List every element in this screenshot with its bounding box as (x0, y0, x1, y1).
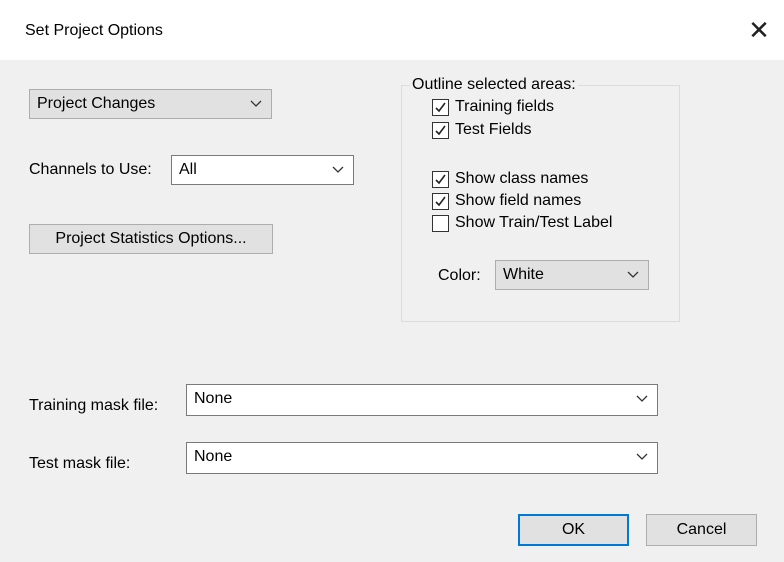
title-bar: Set Project Options ✕ (0, 0, 784, 60)
project-changes-dropdown[interactable]: Project Changes (29, 89, 272, 119)
checkmark-icon (435, 125, 446, 136)
checkbox-box[interactable] (432, 215, 449, 232)
checkmark-icon (435, 102, 446, 113)
chevron-down-icon (332, 166, 344, 173)
window-title: Set Project Options (25, 22, 163, 39)
project-statistics-options-button[interactable]: Project Statistics Options... (29, 224, 273, 254)
show-class-names-label: Show class names (455, 170, 589, 187)
test-mask-value: None (194, 448, 233, 465)
checkbox-box[interactable] (432, 193, 449, 210)
training-fields-label: Training fields (455, 98, 555, 115)
color-dropdown[interactable]: White (495, 260, 649, 290)
show-field-names-label: Show field names (455, 192, 582, 209)
project-statistics-options-label: Project Statistics Options... (55, 230, 247, 247)
cancel-button[interactable]: Cancel (646, 514, 757, 546)
test-mask-label: Test mask file: (29, 455, 131, 472)
chevron-down-icon (627, 271, 639, 278)
chevron-down-icon (250, 100, 262, 107)
cancel-label: Cancel (676, 521, 727, 538)
ok-button[interactable]: OK (518, 514, 629, 546)
color-value: White (503, 266, 544, 283)
channels-value: All (179, 161, 197, 178)
channels-dropdown[interactable]: All (171, 155, 354, 185)
test-fields-label: Test Fields (455, 121, 532, 138)
show-train-test-label-label: Show Train/Test Label (455, 214, 613, 231)
checkbox-box[interactable] (432, 171, 449, 188)
channels-label: Channels to Use: (29, 161, 152, 178)
checkmark-icon (435, 174, 446, 185)
project-changes-value: Project Changes (37, 95, 156, 112)
color-label: Color: (438, 267, 481, 284)
checkmark-icon (435, 196, 446, 207)
training-mask-value: None (194, 390, 233, 407)
ok-label: OK (561, 521, 586, 538)
test-mask-dropdown[interactable]: None (186, 442, 658, 474)
chevron-down-icon (636, 453, 648, 460)
outline-caption: Outline selected areas: (410, 76, 578, 94)
training-mask-label: Training mask file: (29, 397, 159, 414)
checkbox-box[interactable] (432, 99, 449, 116)
checkbox-box[interactable] (432, 122, 449, 139)
chevron-down-icon (636, 395, 648, 402)
close-icon[interactable]: ✕ (742, 13, 776, 47)
training-mask-dropdown[interactable]: None (186, 384, 658, 416)
